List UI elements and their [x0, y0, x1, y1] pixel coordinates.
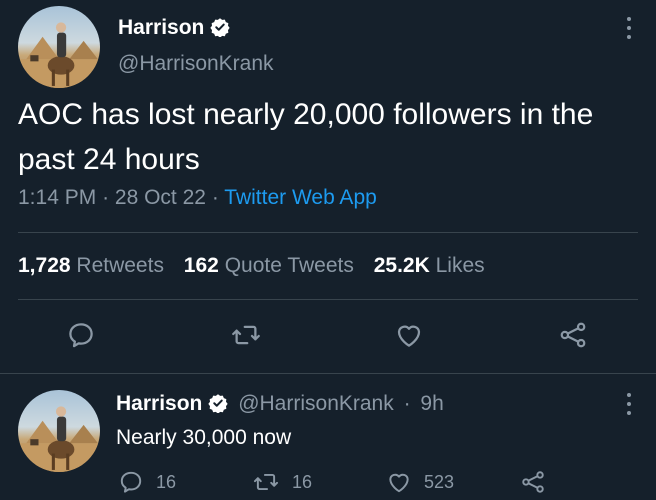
reply-button[interactable] [66, 320, 96, 350]
verified-badge-icon [210, 18, 231, 37]
divider [18, 232, 638, 233]
tweet-stats: 1,728 Retweets 162 Quote Tweets 25.2K Li… [18, 254, 485, 278]
like-icon [389, 473, 409, 493]
reply-age[interactable]: 9h [420, 392, 443, 415]
reply-reply-button[interactable]: 16 [118, 469, 176, 495]
retweet-icon [232, 325, 260, 345]
likes-stat[interactable]: 25.2K Likes [374, 254, 485, 277]
reply-like-button[interactable]: 523 [386, 469, 454, 495]
like-count: 523 [424, 471, 455, 492]
divider [0, 373, 656, 374]
tweet-text: AOC has lost nearly 20,000 followers in … [18, 98, 594, 176]
divider [18, 299, 638, 300]
author-handle[interactable]: @HarrisonKrank [118, 52, 274, 76]
tweet-time[interactable]: 1:14 PM [18, 186, 96, 209]
quotes-stat[interactable]: 162 Quote Tweets [184, 254, 354, 277]
reply-author-handle[interactable]: @HarrisonKrank [238, 392, 394, 415]
retweet-button[interactable] [230, 320, 262, 350]
author-avatar[interactable] [18, 6, 100, 88]
like-icon [397, 325, 421, 347]
retweets-stat[interactable]: 1,728 Retweets [18, 254, 164, 277]
more-icon[interactable] [626, 17, 632, 39]
like-button[interactable] [394, 320, 424, 350]
more-icon[interactable] [626, 393, 632, 415]
tweet-source[interactable]: Twitter Web App [224, 186, 377, 209]
retweet-icon [253, 473, 279, 491]
author-name[interactable]: Harrison [118, 16, 231, 40]
verified-badge-icon [208, 394, 229, 413]
retweet-count: 16 [292, 471, 313, 492]
share-button[interactable] [558, 320, 588, 350]
tweet-meta: 1:14 PM · 28 Oct 22 · Twitter Web App [18, 186, 377, 209]
share-icon [560, 322, 586, 348]
reply-header: Harrison @HarrisonKrank · 9h [116, 392, 444, 415]
reply-retweet-button[interactable]: 16 [252, 469, 312, 495]
reply-text: Nearly 30,000 now [116, 426, 292, 449]
share-icon [522, 471, 544, 493]
reply-icon [120, 471, 142, 493]
tweet-date[interactable]: 28 Oct 22 [115, 186, 206, 209]
reply-author-name[interactable]: Harrison [116, 392, 229, 415]
reply-share-button[interactable] [520, 469, 546, 495]
reply-count: 16 [156, 471, 177, 492]
reply-author-avatar[interactable] [18, 390, 100, 472]
reply-icon [69, 323, 93, 348]
